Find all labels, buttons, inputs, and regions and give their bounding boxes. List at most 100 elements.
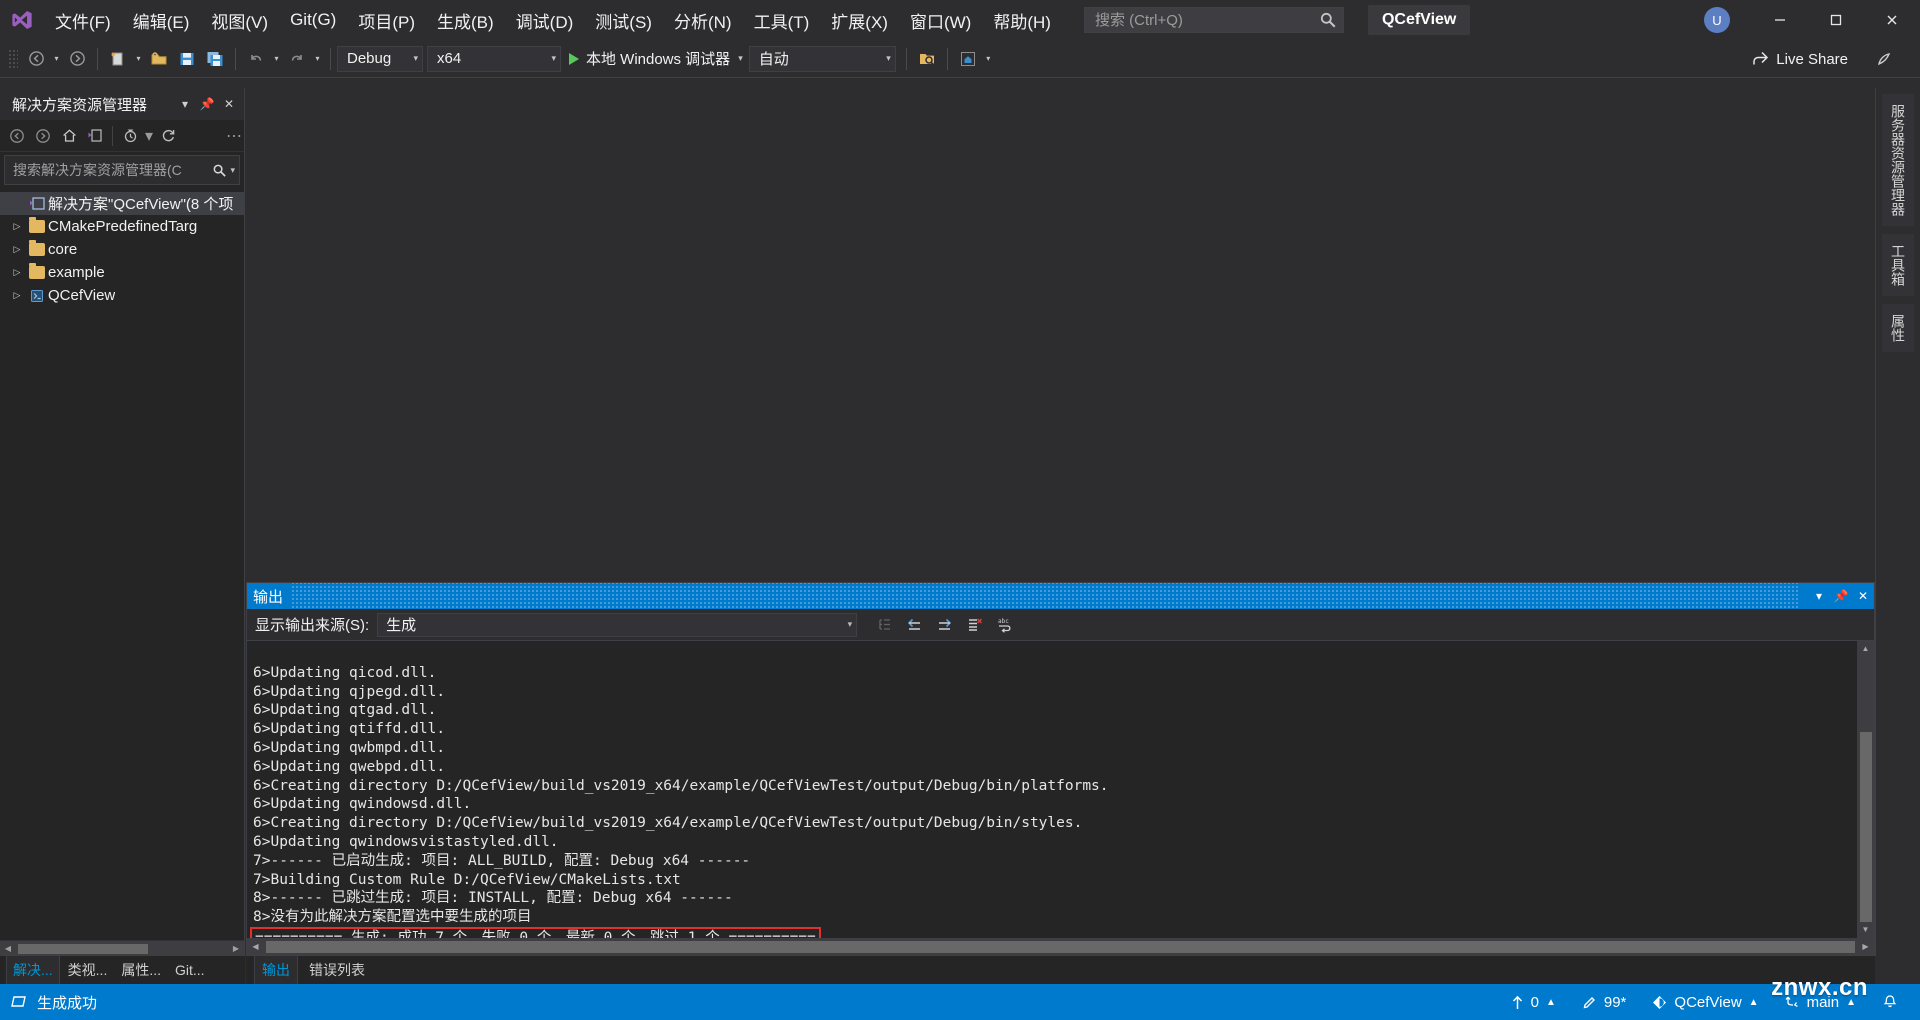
tab-properties[interactable]: 属性... [115, 956, 167, 984]
pin-icon[interactable]: 📌 [1830, 589, 1852, 603]
new-project-icon[interactable] [104, 45, 132, 73]
open-file-icon[interactable] [145, 45, 173, 73]
pending-changes-status[interactable]: 99* [1572, 990, 1637, 1015]
close-button[interactable] [1864, 0, 1920, 40]
expander[interactable]: ▷ [8, 244, 26, 255]
redo-dropdown[interactable]: ▾ [311, 45, 324, 73]
menu-git[interactable]: Git(G) [279, 6, 347, 34]
rtab-properties[interactable]: 属性 [1882, 304, 1914, 352]
go-to-next-icon[interactable] [931, 612, 957, 638]
back-history-dropdown[interactable]: ▾ [50, 45, 63, 73]
drag-handle[interactable] [291, 583, 1800, 609]
toolbar-grip[interactable] [8, 48, 18, 69]
expander[interactable]: ▷ [8, 290, 26, 301]
maximize-button[interactable] [1808, 0, 1864, 40]
menu-file[interactable]: 文件(F) [44, 6, 122, 34]
menu-edit[interactable]: 编辑(E) [122, 6, 201, 34]
home-icon[interactable] [56, 123, 82, 149]
navigate-back-icon[interactable] [22, 45, 50, 73]
folder-search-icon[interactable] [913, 45, 941, 73]
start-debugging-button[interactable]: 本地 Windows 调试器 ▾ [565, 45, 749, 73]
chevron-down-icon[interactable]: ▾ [541, 53, 556, 64]
auto-combo[interactable]: 自动 ▾ [748, 45, 896, 72]
rtab-toolbox[interactable]: 工具箱 [1882, 234, 1914, 296]
notifications-button[interactable] [1872, 990, 1908, 1014]
menu-help[interactable]: 帮助(H) [982, 6, 1062, 34]
solution-explorer-hscrollbar[interactable]: ◀ ▶ [0, 940, 244, 956]
active-project-chip[interactable]: QCefView [1367, 5, 1471, 35]
close-icon[interactable]: ✕ [1852, 589, 1874, 603]
word-wrap-icon[interactable]: abc [991, 612, 1017, 638]
home-icon[interactable] [954, 45, 982, 73]
search-icon[interactable] [212, 163, 227, 178]
chevron-down-icon[interactable]: ▾ [175, 93, 195, 115]
output-hscrollbar[interactable]: ◀ ▶ [247, 938, 1874, 955]
output-vscrollbar[interactable]: ▲ ▼ [1857, 641, 1874, 938]
branch-status[interactable]: main ▲ [1775, 990, 1866, 1015]
platform-combo[interactable]: x64 ▾ [427, 45, 561, 72]
expander[interactable]: ▷ [8, 267, 26, 278]
tab-class-view[interactable]: 类视... [62, 956, 114, 984]
scroll-thumb[interactable] [18, 943, 148, 954]
feedback-icon[interactable] [1870, 45, 1898, 73]
scroll-thumb[interactable] [266, 940, 1855, 953]
save-icon[interactable] [173, 45, 201, 73]
tree-item-cmakepredefinedtargets[interactable]: ▷ CMakePredefinedTarg [0, 215, 244, 238]
repository-status[interactable]: QCefView ▲ [1642, 990, 1768, 1015]
menu-test[interactable]: 测试(S) [584, 6, 663, 34]
menu-view[interactable]: 视图(V) [200, 6, 279, 34]
undo-dropdown[interactable]: ▾ [270, 45, 283, 73]
chevron-up-icon[interactable]: ▲ [1846, 997, 1856, 1008]
menu-window[interactable]: 窗口(W) [899, 6, 982, 34]
chevron-up-icon[interactable]: ▲ [1546, 997, 1556, 1008]
go-to-previous-icon[interactable] [901, 612, 927, 638]
live-share-button[interactable]: Live Share [1743, 46, 1856, 72]
chevron-up-icon[interactable]: ▲ [1749, 997, 1759, 1008]
solution-explorer-overflow[interactable]: ⋯ [226, 123, 242, 149]
navigate-forward-icon[interactable] [63, 45, 91, 73]
scroll-right-icon[interactable]: ▶ [228, 944, 244, 953]
close-icon[interactable]: ✕ [219, 93, 239, 115]
chevron-down-icon[interactable]: ▾ [848, 619, 853, 630]
scroll-left-icon[interactable]: ◀ [0, 944, 16, 953]
tree-item-solution[interactable]: 解决方案"QCefView"(8 个项 [0, 192, 244, 215]
chevron-down-icon[interactable]: ▾ [403, 53, 418, 64]
chevron-down-icon[interactable]: ▾ [227, 165, 235, 176]
undo-icon[interactable] [242, 45, 270, 73]
search-icon[interactable] [1319, 11, 1337, 29]
scroll-up-icon[interactable]: ▲ [1857, 641, 1874, 657]
forward-icon[interactable] [30, 123, 56, 149]
global-search-box[interactable] [1083, 7, 1344, 33]
tree-item-example[interactable]: ▷ example [0, 261, 244, 284]
configuration-combo[interactable]: Debug ▾ [337, 45, 423, 72]
solution-root-icon[interactable] [82, 123, 108, 149]
solution-explorer-search[interactable]: ▾ [4, 155, 240, 185]
chevron-down-icon[interactable]: ▾ [876, 53, 891, 64]
chevron-down-icon[interactable]: ▾ [143, 123, 155, 149]
clear-all-icon[interactable] [961, 612, 987, 638]
redo-icon[interactable] [283, 45, 311, 73]
menu-debug[interactable]: 调试(D) [505, 6, 585, 34]
scroll-right-icon[interactable]: ▶ [1857, 942, 1874, 951]
menu-project[interactable]: 项目(P) [347, 6, 426, 34]
output-source-combo[interactable]: 生成 ▾ [377, 612, 858, 637]
menu-tools[interactable]: 工具(T) [743, 6, 821, 34]
editor-area[interactable] [246, 88, 1875, 582]
chevron-down-icon[interactable]: ▾ [1808, 589, 1830, 603]
save-all-icon[interactable] [201, 45, 229, 73]
tab-solution-explorer[interactable]: 解决... [6, 955, 60, 985]
refresh-icon[interactable] [155, 123, 181, 149]
menu-build[interactable]: 生成(B) [426, 6, 505, 34]
chevron-down-icon[interactable]: ▾ [730, 53, 743, 64]
search-input[interactable] [1094, 11, 1319, 29]
menu-analyze[interactable]: 分析(N) [663, 6, 743, 34]
solution-tree[interactable]: 解决方案"QCefView"(8 个项 ▷ CMakePredefinedTar… [0, 188, 244, 940]
minimize-button[interactable] [1752, 0, 1808, 40]
rtab-server-explorer[interactable]: 服务器资源管理器 [1882, 94, 1914, 226]
avatar[interactable]: U [1704, 7, 1730, 33]
expander[interactable]: ▷ [8, 221, 26, 232]
push-status[interactable]: 0 ▲ [1501, 990, 1566, 1015]
scroll-down-icon[interactable]: ▼ [1857, 922, 1874, 938]
menu-extensions[interactable]: 扩展(X) [820, 6, 899, 34]
tab-output[interactable]: 输出 [254, 955, 298, 985]
